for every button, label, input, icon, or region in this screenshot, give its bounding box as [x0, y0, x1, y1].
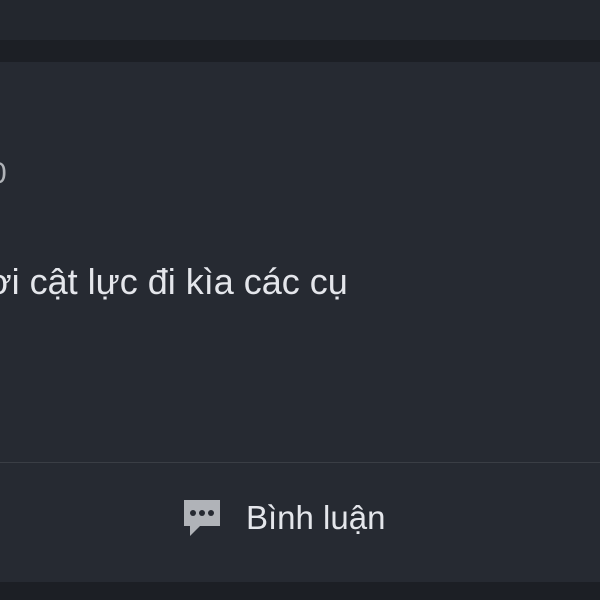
post-meta: 0 — [0, 156, 7, 192]
feed-gap — [0, 40, 600, 62]
previous-post-bottom — [0, 0, 600, 40]
chat-bubble-icon — [180, 496, 224, 540]
comment-button-label: Bình luận — [246, 499, 386, 536]
post-card: 0 ơi cật lực đi kìa các cụ Bình luận — [0, 62, 600, 582]
post-divider — [0, 462, 600, 463]
post-body-text: ơi cật lực đi kìa các cụ — [0, 261, 348, 302]
comment-button[interactable]: Bình luận — [180, 492, 385, 544]
screen: 0 ơi cật lực đi kìa các cụ Bình luận — [0, 0, 600, 600]
feed-gap-bottom — [0, 582, 600, 600]
